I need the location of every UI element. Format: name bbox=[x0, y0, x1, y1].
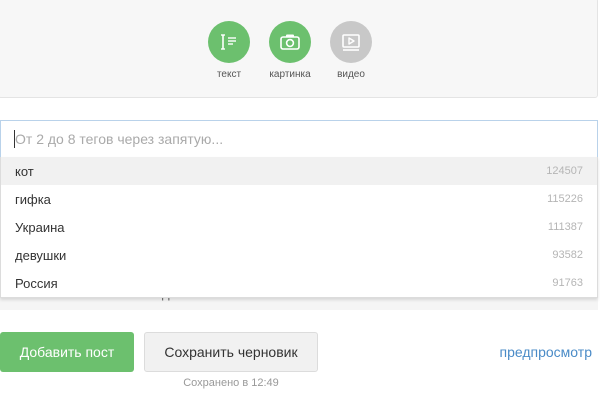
save-draft-button[interactable]: Сохранить черновик bbox=[144, 332, 318, 372]
tag-suggestion-count: 115226 bbox=[547, 193, 583, 205]
tag-suggestion-name: Россия bbox=[15, 275, 58, 291]
video-icon bbox=[330, 21, 372, 63]
tag-suggestion-item[interactable]: Украина 111387 bbox=[1, 213, 597, 241]
add-post-button[interactable]: Добавить пост bbox=[0, 332, 134, 372]
text-type-label: текст bbox=[216, 69, 242, 80]
text-caret bbox=[14, 130, 15, 148]
preview-link[interactable]: предпросмотр bbox=[500, 344, 592, 360]
tag-suggestion-item[interactable]: Россия 91763 bbox=[1, 269, 597, 297]
image-type-button[interactable]: картинка bbox=[260, 21, 320, 80]
tags-input[interactable] bbox=[0, 120, 598, 158]
tag-suggestion-name: гифка bbox=[15, 191, 51, 207]
tag-suggestion-item[interactable]: гифка 115226 bbox=[1, 185, 597, 213]
text-type-button[interactable]: текст bbox=[199, 21, 259, 80]
tag-suggestion-item[interactable]: кот 124507 bbox=[1, 157, 597, 185]
tag-suggestion-count: 111387 bbox=[547, 221, 583, 233]
tag-suggestion-name: девушки bbox=[15, 247, 67, 263]
camera-icon bbox=[269, 21, 311, 63]
text-icon bbox=[208, 21, 250, 63]
tag-suggestion-count: 93582 bbox=[552, 249, 583, 261]
tag-suggestion-count: 91763 bbox=[552, 277, 583, 289]
tag-suggestion-name: Украина bbox=[15, 219, 65, 235]
tag-suggestions-dropdown: кот 124507 гифка 115226 Украина 111387 д… bbox=[0, 157, 598, 298]
saved-status: Сохранено в 12:49 bbox=[183, 377, 279, 389]
video-type-label: видео bbox=[337, 69, 365, 80]
tag-suggestion-count: 124507 bbox=[546, 165, 583, 177]
tag-suggestion-item[interactable]: девушки 93582 bbox=[1, 241, 597, 269]
video-type-button[interactable]: видео bbox=[321, 21, 381, 80]
image-type-label: картинка bbox=[269, 69, 311, 80]
post-type-panel: текст картинка видео bbox=[0, 0, 598, 98]
tag-suggestion-name: кот bbox=[15, 163, 34, 179]
